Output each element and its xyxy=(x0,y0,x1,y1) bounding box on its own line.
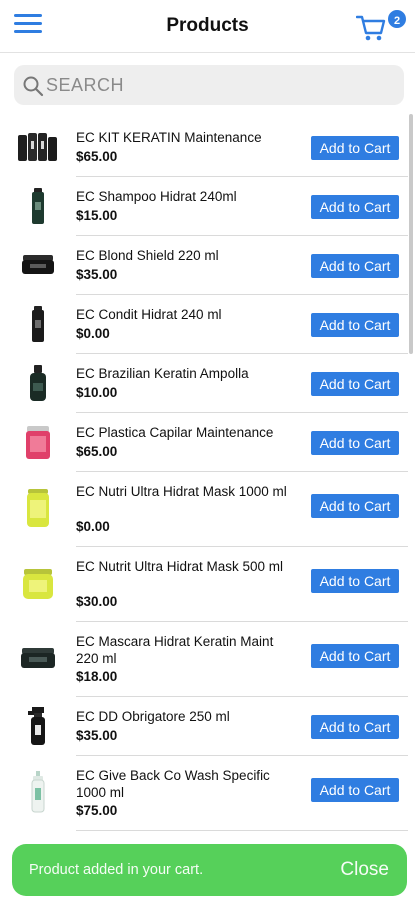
toast-message: Product added in your cart. xyxy=(29,862,204,878)
product-price: $35.00 xyxy=(76,728,118,743)
add-to-cart-button[interactable]: Add to Cart xyxy=(311,313,399,337)
product-price: $75.00 xyxy=(76,803,118,818)
add-to-cart-button[interactable]: Add to Cart xyxy=(311,372,399,396)
product-image xyxy=(14,561,62,607)
product-image xyxy=(14,126,62,168)
product-row: EC Give Back Co Wash Specific 1000 ml $7… xyxy=(0,756,408,831)
product-row: EC Nutrit Ultra Hidrat Mask 500 ml $30.0… xyxy=(0,547,408,622)
product-price: $0.00 xyxy=(76,326,110,341)
product-price: $15.00 xyxy=(76,208,118,223)
product-price: $18.00 xyxy=(76,669,118,684)
product-image xyxy=(14,185,62,227)
product-row: EC Condit Hidrat 240 ml $0.00 Add to Car… xyxy=(0,295,408,354)
add-to-cart-button[interactable]: Add to Cart xyxy=(311,644,399,668)
product-name: EC Plastica Capilar Maintenance xyxy=(76,425,274,440)
scrollbar[interactable] xyxy=(409,114,413,354)
product-price: $0.00 xyxy=(76,519,110,534)
product-row: EC Plastica Capilar Maintenance $65.00 A… xyxy=(0,413,408,472)
product-image xyxy=(14,421,62,463)
add-to-cart-button[interactable]: Add to Cart xyxy=(311,494,399,518)
product-name: EC Nutri Ultra Hidrat Mask 1000 ml xyxy=(76,484,287,499)
add-to-cart-button[interactable]: Add to Cart xyxy=(311,778,399,802)
product-row: EC Brazilian Keratin Ampolla $10.00 Add … xyxy=(0,354,408,413)
cart-count-badge: 2 xyxy=(386,8,408,30)
product-name: EC Brazilian Keratin Ampolla xyxy=(76,366,249,381)
product-price: $10.00 xyxy=(76,385,118,400)
product-name: EC Blond Shield 220 ml xyxy=(76,248,219,263)
product-list: EC KIT KERATIN Maintenance $65.00 Add to… xyxy=(0,118,408,831)
add-to-cart-button[interactable]: Add to Cart xyxy=(311,254,399,278)
cart-toast: Product added in your cart. Close xyxy=(12,844,407,896)
product-name: EC Give Back Co Wash Specific 1000 ml xyxy=(76,768,270,800)
search-icon xyxy=(23,76,44,97)
page-title: Products xyxy=(166,15,249,36)
add-to-cart-button[interactable]: Add to Cart xyxy=(311,715,399,739)
product-price: $65.00 xyxy=(76,444,118,459)
cart-button[interactable]: 2 xyxy=(356,8,408,46)
product-name: EC Nutrit Ultra Hidrat Mask 500 ml xyxy=(76,559,284,574)
top-bar: Products 2 xyxy=(0,0,415,53)
add-to-cart-button[interactable]: Add to Cart xyxy=(311,431,399,455)
product-name: EC Condit Hidrat 240 ml xyxy=(76,307,222,322)
product-image xyxy=(14,303,62,345)
product-price: $65.00 xyxy=(76,149,118,164)
product-image xyxy=(14,768,62,816)
product-image xyxy=(14,362,62,404)
search-bar[interactable] xyxy=(14,65,404,105)
product-row: EC Nutri Ultra Hidrat Mask 1000 ml $0.00… xyxy=(0,472,408,547)
product-image xyxy=(14,484,62,532)
product-row: EC DD Obrigatore 250 ml $35.00 Add to Ca… xyxy=(0,697,408,756)
product-name: EC DD Obrigatore 250 ml xyxy=(76,709,230,724)
add-to-cart-button[interactable]: Add to Cart xyxy=(311,195,399,219)
product-name: EC Mascara Hidrat Keratin Maint 220 ml xyxy=(76,634,274,666)
toast-close-button[interactable]: Close xyxy=(340,859,389,881)
product-row: EC Mascara Hidrat Keratin Maint 220 ml $… xyxy=(0,622,408,697)
add-to-cart-button[interactable]: Add to Cart xyxy=(311,569,399,593)
product-image xyxy=(14,638,62,678)
cart-icon xyxy=(356,15,386,41)
product-name: EC Shampoo Hidrat 240ml xyxy=(76,189,237,204)
product-row: EC Blond Shield 220 ml $35.00 Add to Car… xyxy=(0,236,408,295)
product-row: EC Shampoo Hidrat 240ml $15.00 Add to Ca… xyxy=(0,177,408,236)
product-name: EC KIT KERATIN Maintenance xyxy=(76,130,262,145)
product-row: EC KIT KERATIN Maintenance $65.00 Add to… xyxy=(0,118,408,177)
product-price: $30.00 xyxy=(76,594,118,609)
search-input[interactable] xyxy=(46,65,391,105)
product-price: $35.00 xyxy=(76,267,118,282)
product-image xyxy=(14,705,62,747)
product-image xyxy=(14,244,62,286)
add-to-cart-button[interactable]: Add to Cart xyxy=(311,136,399,160)
